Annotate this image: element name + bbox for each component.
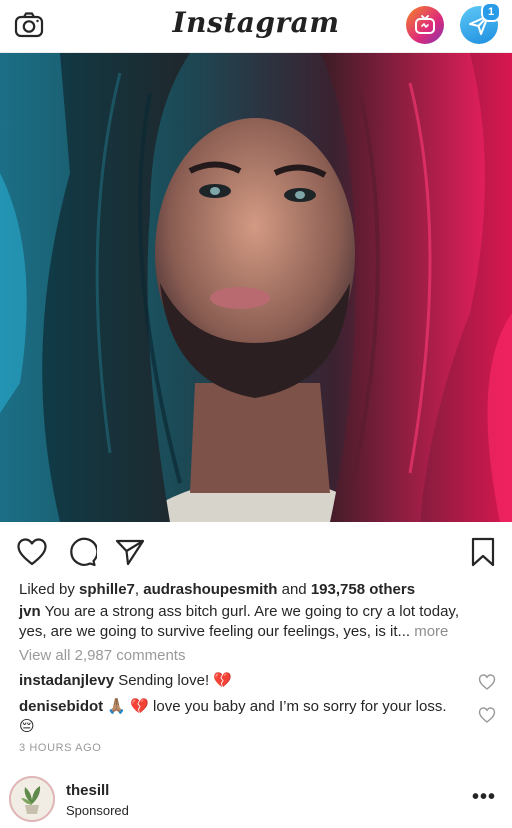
igtv-icon [415, 15, 435, 34]
likes-middle: and [277, 581, 311, 598]
heart-icon [17, 538, 47, 566]
caption-more-link[interactable]: more [414, 623, 448, 640]
caption-text: You are a strong ass bitch gurl. Are we … [19, 603, 459, 640]
sponsored-label: Sponsored [66, 803, 129, 818]
unread-badge: 1 [481, 2, 501, 22]
likes-summary: Liked by sphille7, audrashoupesmith and … [19, 580, 489, 600]
comment-like-heart-icon[interactable] [478, 706, 496, 724]
view-all-comments-link[interactable]: View all 2,987 comments [19, 646, 489, 666]
comment-like-heart-icon[interactable] [478, 673, 496, 691]
save-button[interactable] [467, 536, 499, 568]
post-actions [0, 532, 512, 572]
sponsored-post-header: thesill Sponsored ••• [0, 772, 512, 828]
portrait-photo [0, 53, 512, 522]
caption-username[interactable]: jvn [19, 603, 41, 620]
direct-messages-button[interactable]: 1 [460, 2, 501, 44]
likes-separator: , [134, 581, 144, 598]
top-bar: Instagram 1 [0, 0, 512, 53]
comment-emoji-prefix: 🙏🏽 💔 [103, 698, 154, 715]
comment-item: instadanjlevy Sending love! 💔 [19, 671, 489, 691]
comment-item: denisebidot 🙏🏽 💔 love you baby and I’m s… [19, 697, 459, 737]
broken-heart-emoji: 💔 [213, 672, 232, 689]
post-image[interactable] [0, 53, 512, 522]
post-caption: jvn You are a strong ass bitch gurl. Are… [19, 602, 489, 642]
comment-icon [70, 537, 97, 567]
sponsor-username[interactable]: thesill [66, 782, 109, 799]
pensive-face-emoji: 😔 [19, 718, 35, 735]
likes-prefix: Liked by [19, 581, 80, 598]
plant-avatar-image [11, 778, 53, 820]
liker-username-1[interactable]: sphille7 [79, 581, 135, 598]
comment-text: Sending love! [114, 672, 214, 689]
share-button[interactable] [114, 536, 146, 568]
likes-count[interactable]: 193,758 others [311, 581, 415, 598]
like-button[interactable] [16, 536, 48, 568]
post-timestamp: 3 HOURS AGO [19, 742, 102, 754]
comment-text: love you baby and I’m so sorry for your … [153, 698, 447, 715]
more-options-button[interactable]: ••• [472, 787, 496, 807]
comment-button[interactable] [66, 536, 98, 568]
comment-username[interactable]: denisebidot [19, 698, 103, 715]
comment-username[interactable]: instadanjlevy [19, 672, 114, 689]
avatar[interactable] [9, 776, 55, 822]
liker-username-2[interactable]: audrashoupesmith [143, 581, 277, 598]
share-icon [115, 539, 145, 566]
bookmark-icon [471, 537, 495, 567]
igtv-button[interactable] [406, 6, 444, 44]
